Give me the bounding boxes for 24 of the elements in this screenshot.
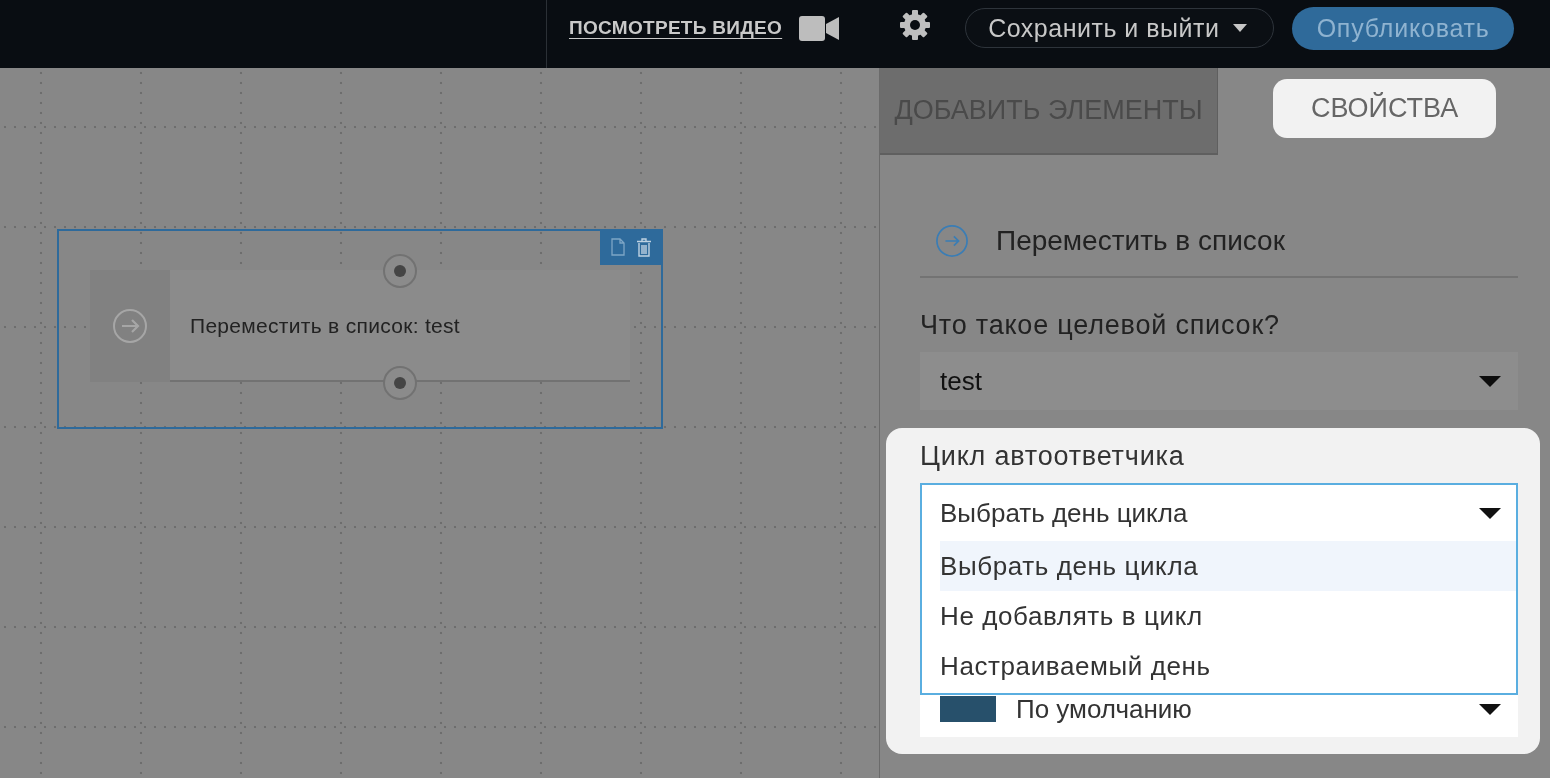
caret-icon (1479, 703, 1501, 715)
arrow-circle-icon (113, 309, 147, 343)
settings-icon[interactable] (899, 9, 932, 41)
watch-video-link[interactable]: ПОСМОТРЕТЬ ВИДЕО (569, 17, 783, 39)
panel-heading: Переместить в список (996, 224, 1285, 257)
panel-tab[interactable]: СВОЙСТВА (1273, 79, 1497, 138)
caret-icon (1479, 507, 1501, 519)
connection-handle-icon[interactable] (383, 254, 417, 288)
caret-icon (1479, 375, 1501, 387)
trash-icon[interactable] (636, 237, 652, 257)
save-and-exit-button[interactable]: Сохранить и выйти (965, 8, 1275, 48)
video-camera-icon[interactable] (799, 15, 840, 41)
caret-icon (1233, 24, 1248, 32)
arrow-circle-icon (936, 224, 968, 257)
node-label: Переместить в список: test (190, 314, 460, 338)
field-label: Что такое целевой список? (920, 310, 1281, 341)
dropdown-option[interactable]: Выбрать день цикла (940, 541, 1516, 591)
document-icon[interactable] (611, 238, 625, 256)
connection-handle-icon[interactable] (383, 366, 417, 400)
select-field[interactable]: test (920, 352, 1518, 410)
field-label: Цикл автоответчика (920, 441, 1186, 472)
node-card[interactable]: Переместить в список: test (90, 270, 630, 382)
select-field[interactable]: Выбрать день цикла (920, 483, 1518, 541)
dropdown-option[interactable]: Не добавлять в цикл (940, 591, 1516, 641)
